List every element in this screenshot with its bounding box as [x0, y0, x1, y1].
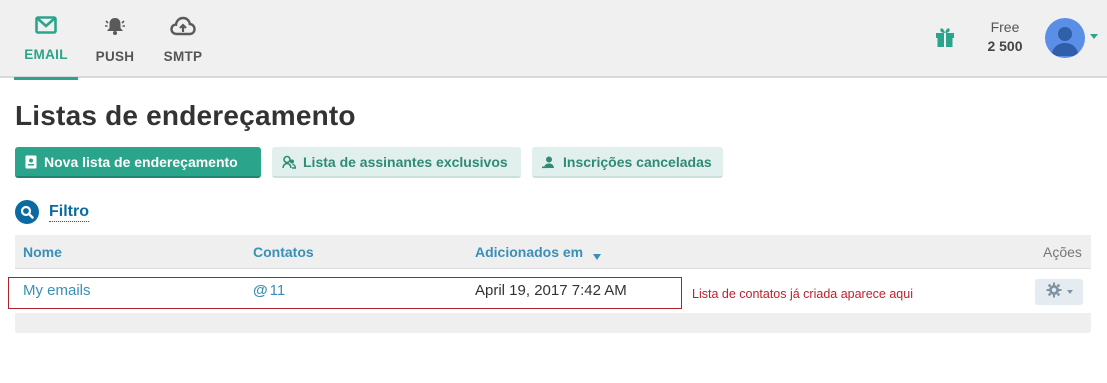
- tab-push-label: PUSH: [95, 49, 135, 64]
- new-list-label: Nova lista de endereçamento: [44, 153, 238, 170]
- exclusive-subscribers-button[interactable]: Lista de assinantes exclusivos: [272, 147, 521, 178]
- cloud-upload-icon: [170, 16, 196, 41]
- plan-label: Free: [990, 19, 1020, 35]
- page-title: Listas de endereçamento: [15, 100, 356, 131]
- tab-smtp-label: SMTP: [163, 49, 203, 64]
- annotation-text: Lista de contatos já criada aparece aqui: [692, 287, 913, 301]
- list-icon: [25, 155, 37, 169]
- user-menu-chevron-down-icon[interactable]: [1090, 34, 1098, 39]
- tab-email[interactable]: EMAIL: [14, 0, 78, 80]
- tab-smtp[interactable]: SMTP: [160, 0, 206, 78]
- annotation-highlight-box: [8, 277, 682, 309]
- search-icon: [15, 200, 39, 224]
- filter-label: Filtro: [49, 202, 89, 222]
- new-list-button[interactable]: Nova lista de endereçamento: [15, 147, 261, 178]
- sort-desc-icon[interactable]: [593, 254, 601, 260]
- column-header-actions: Ações: [1043, 244, 1082, 260]
- gift-icon[interactable]: [934, 26, 956, 53]
- users-icon: [282, 155, 296, 169]
- plan-credits: Free 2 500: [980, 19, 1030, 54]
- column-header-added[interactable]: Adicionados em: [475, 244, 583, 260]
- bell-icon: [104, 16, 126, 41]
- user-avatar-icon[interactable]: [1045, 18, 1085, 58]
- unsubscribed-label: Inscrições canceladas: [563, 153, 712, 170]
- chevron-down-icon: [1066, 290, 1073, 294]
- filter-toggle[interactable]: Filtro: [15, 200, 89, 224]
- tab-push[interactable]: PUSH: [92, 0, 138, 78]
- column-header-name[interactable]: Nome: [23, 244, 62, 260]
- top-nav-bar: EMAIL PUSH SMTP Free 2 500: [0, 0, 1107, 80]
- table-footer: [15, 313, 1091, 333]
- unsubscribed-button[interactable]: Inscrições canceladas: [532, 147, 723, 178]
- envelope-icon: [35, 16, 57, 39]
- column-header-contacts[interactable]: Contatos: [253, 244, 314, 260]
- tab-email-label: EMAIL: [24, 47, 68, 62]
- exclusive-subscribers-label: Lista de assinantes exclusivos: [303, 153, 508, 170]
- credits-count: 2 500: [987, 38, 1023, 54]
- user-minus-icon: [542, 155, 556, 169]
- table-header: Nome Contatos Adicionados em Ações: [15, 235, 1091, 269]
- gear-icon: [1046, 282, 1062, 303]
- row-actions-button[interactable]: [1035, 279, 1083, 305]
